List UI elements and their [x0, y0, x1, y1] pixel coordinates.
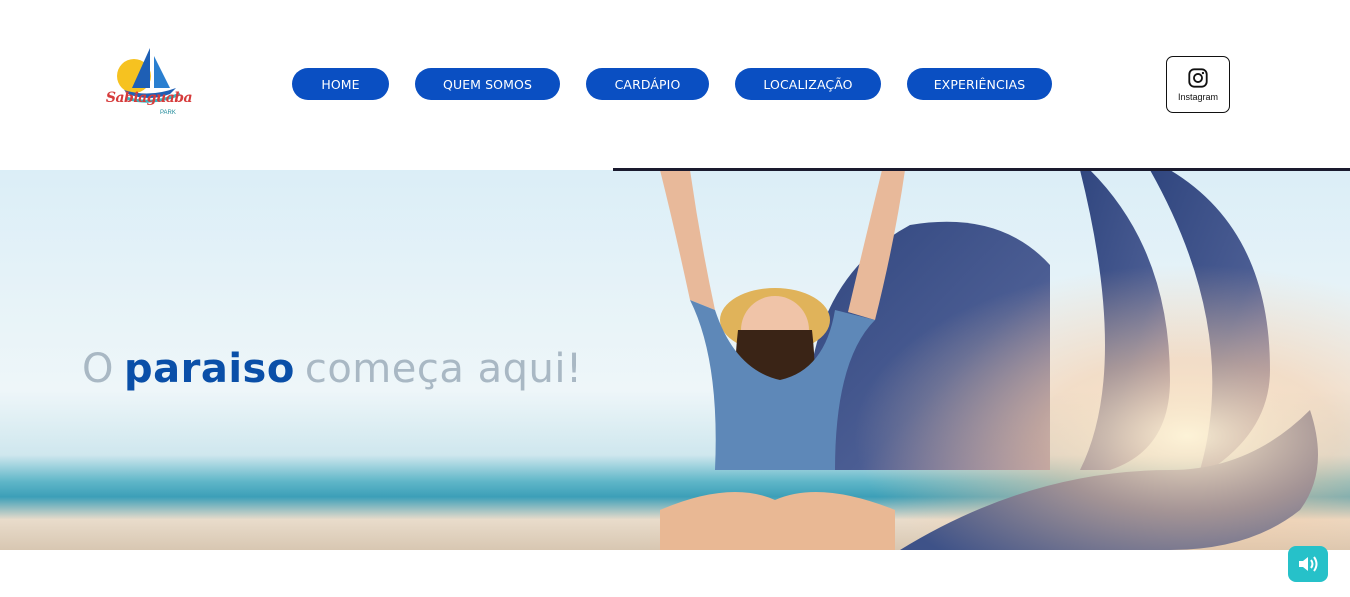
instagram-label: Instagram [1177, 92, 1219, 102]
nav-home-button[interactable]: HOME [292, 68, 389, 100]
hero-title-part3: começa aqui! [304, 346, 583, 392]
woman-photo [660, 170, 905, 550]
instagram-icon [1188, 68, 1208, 88]
hero-title-part1: O [82, 346, 114, 392]
hero-banner: Oparaiso começa aqui! [0, 170, 1350, 550]
brand-logo[interactable] [104, 44, 194, 124]
sound-toggle-button[interactable] [1288, 546, 1328, 582]
hero-top-divider [613, 168, 1350, 171]
nav-experiencias-button[interactable]: EXPERIÊNCIAS [907, 68, 1052, 100]
nav-localizacao-button[interactable]: LOCALIZAÇÃO [735, 68, 881, 100]
hero-title-highlight: paraiso [123, 346, 295, 392]
volume-icon [1299, 556, 1318, 572]
nav-quem-somos-button[interactable]: QUEM SOMOS [415, 68, 560, 100]
site-header: Sabiaguaba PARK HOME QUEM SOMOS CARDÁPIO… [0, 0, 1350, 170]
hero-headline: Oparaiso começa aqui! [82, 346, 593, 392]
nav-cardapio-button[interactable]: CARDÁPIO [586, 68, 709, 100]
sailboat-logo-icon [117, 48, 181, 103]
instagram-button[interactable]: Instagram [1166, 56, 1230, 113]
logo-brand-text: Sabiaguaba [105, 90, 193, 106]
logo-sub-text: PARK [160, 110, 176, 116]
